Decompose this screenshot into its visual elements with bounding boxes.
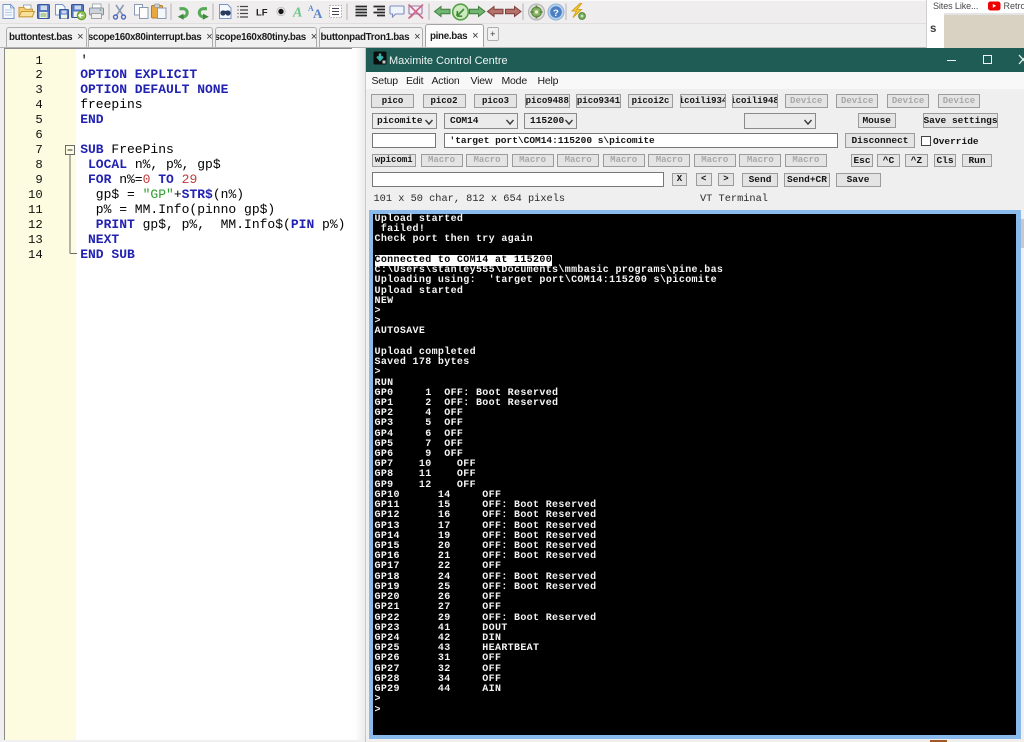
svg-text:?: ? xyxy=(553,8,559,19)
svg-text:LF: LF xyxy=(256,8,268,19)
svg-text:A: A xyxy=(292,6,302,21)
svg-text:A: A xyxy=(313,6,323,21)
